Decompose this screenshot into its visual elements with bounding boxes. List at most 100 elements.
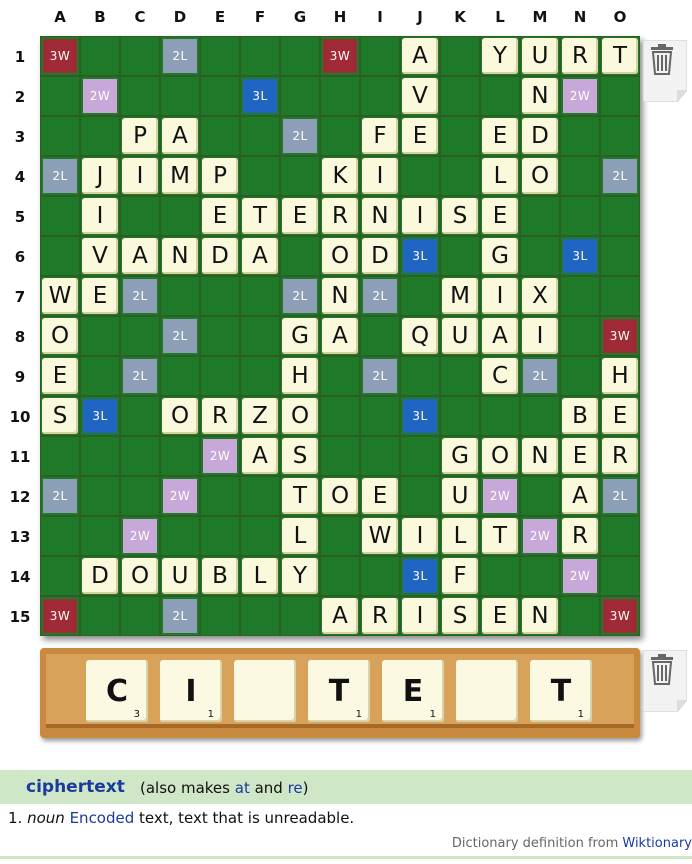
board-cell-N9[interactable]: [560, 356, 600, 396]
board-cell-B1[interactable]: [80, 36, 120, 76]
board-cell-H5[interactable]: R: [320, 196, 360, 236]
board-cell-I5[interactable]: N: [360, 196, 400, 236]
board-cell-N6[interactable]: 3L: [560, 236, 600, 276]
board-cell-E10[interactable]: R: [200, 396, 240, 436]
board-cell-B13[interactable]: [80, 516, 120, 556]
board-cell-A4[interactable]: 2L: [40, 156, 80, 196]
board-cell-J2[interactable]: V: [400, 76, 440, 116]
board-cell-O6[interactable]: [600, 236, 640, 276]
board-cell-F6[interactable]: A: [240, 236, 280, 276]
board-cell-L8[interactable]: A: [480, 316, 520, 356]
board-cell-B5[interactable]: I: [80, 196, 120, 236]
board-cell-O5[interactable]: [600, 196, 640, 236]
board-cell-B11[interactable]: [80, 436, 120, 476]
board-cell-I15[interactable]: R: [360, 596, 400, 636]
board-cell-I9[interactable]: 2L: [360, 356, 400, 396]
board-cell-N2[interactable]: 2W: [560, 76, 600, 116]
board-cell-E2[interactable]: [200, 76, 240, 116]
board-cell-C5[interactable]: [120, 196, 160, 236]
board-cell-J9[interactable]: [400, 356, 440, 396]
board-cell-N15[interactable]: [560, 596, 600, 636]
board-cell-D3[interactable]: A: [160, 116, 200, 156]
board-cell-O15[interactable]: 3W: [600, 596, 640, 636]
board-cell-B12[interactable]: [80, 476, 120, 516]
board-cell-L7[interactable]: I: [480, 276, 520, 316]
rack-trash-icon[interactable]: [642, 649, 688, 713]
board-cell-I11[interactable]: [360, 436, 400, 476]
rack-tile[interactable]: C3: [86, 660, 148, 722]
board-cell-C10[interactable]: [120, 396, 160, 436]
board-cell-J7[interactable]: [400, 276, 440, 316]
board-cell-F13[interactable]: [240, 516, 280, 556]
board-cell-M4[interactable]: O: [520, 156, 560, 196]
board-cell-H11[interactable]: [320, 436, 360, 476]
board-cell-A11[interactable]: [40, 436, 80, 476]
board-cell-M12[interactable]: [520, 476, 560, 516]
board-cell-K4[interactable]: [440, 156, 480, 196]
board-cell-M1[interactable]: U: [520, 36, 560, 76]
rack-tile[interactable]: [456, 660, 518, 722]
board-cell-F14[interactable]: L: [240, 556, 280, 596]
board-cell-F5[interactable]: T: [240, 196, 280, 236]
board-cell-F2[interactable]: 3L: [240, 76, 280, 116]
board-cell-I14[interactable]: [360, 556, 400, 596]
board-cell-A5[interactable]: [40, 196, 80, 236]
board-cell-H10[interactable]: [320, 396, 360, 436]
board-cell-M10[interactable]: [520, 396, 560, 436]
board-cell-C1[interactable]: [120, 36, 160, 76]
board-cell-E9[interactable]: [200, 356, 240, 396]
board-cell-M6[interactable]: [520, 236, 560, 276]
board-cell-K9[interactable]: [440, 356, 480, 396]
board-cell-H8[interactable]: A: [320, 316, 360, 356]
board-cell-F8[interactable]: [240, 316, 280, 356]
board-cell-O13[interactable]: [600, 516, 640, 556]
board-cell-C4[interactable]: I: [120, 156, 160, 196]
board-cell-C3[interactable]: P: [120, 116, 160, 156]
board-cell-D8[interactable]: 2L: [160, 316, 200, 356]
board-cell-C9[interactable]: 2L: [120, 356, 160, 396]
board-cell-I12[interactable]: E: [360, 476, 400, 516]
board-cell-A6[interactable]: [40, 236, 80, 276]
board-cell-C14[interactable]: O: [120, 556, 160, 596]
board-cell-F1[interactable]: [240, 36, 280, 76]
board-cell-J4[interactable]: [400, 156, 440, 196]
board-cell-B4[interactable]: J: [80, 156, 120, 196]
board-cell-J10[interactable]: 3L: [400, 396, 440, 436]
rack-tile[interactable]: I1: [160, 660, 222, 722]
board-cell-E5[interactable]: E: [200, 196, 240, 236]
board-cell-B14[interactable]: D: [80, 556, 120, 596]
board-cell-K8[interactable]: U: [440, 316, 480, 356]
board-cell-B15[interactable]: [80, 596, 120, 636]
board-cell-M3[interactable]: D: [520, 116, 560, 156]
rack-tile[interactable]: E1: [382, 660, 444, 722]
board-cell-H4[interactable]: K: [320, 156, 360, 196]
board-cell-O14[interactable]: [600, 556, 640, 596]
board-cell-F10[interactable]: Z: [240, 396, 280, 436]
board-cell-B6[interactable]: V: [80, 236, 120, 276]
board-cell-A7[interactable]: W: [40, 276, 80, 316]
also-word-re[interactable]: re: [288, 779, 303, 797]
board-cell-G12[interactable]: T: [280, 476, 320, 516]
board-cell-N7[interactable]: [560, 276, 600, 316]
board-cell-O7[interactable]: [600, 276, 640, 316]
board-cell-N12[interactable]: A: [560, 476, 600, 516]
board-cell-L6[interactable]: G: [480, 236, 520, 276]
board-cell-C7[interactable]: 2L: [120, 276, 160, 316]
board-cell-E15[interactable]: [200, 596, 240, 636]
board-cell-D5[interactable]: [160, 196, 200, 236]
board-cell-C12[interactable]: [120, 476, 160, 516]
board-cell-D12[interactable]: 2W: [160, 476, 200, 516]
board-cell-M15[interactable]: N: [520, 596, 560, 636]
board-cell-K7[interactable]: M: [440, 276, 480, 316]
board-cell-G13[interactable]: L: [280, 516, 320, 556]
board-cell-N5[interactable]: [560, 196, 600, 236]
board-cell-G9[interactable]: H: [280, 356, 320, 396]
board-cell-A1[interactable]: 3W: [40, 36, 80, 76]
board-cell-A9[interactable]: E: [40, 356, 80, 396]
board-cell-O10[interactable]: E: [600, 396, 640, 436]
board-cell-J13[interactable]: I: [400, 516, 440, 556]
board-cell-G7[interactable]: 2L: [280, 276, 320, 316]
board-cell-H9[interactable]: [320, 356, 360, 396]
board-cell-J14[interactable]: 3L: [400, 556, 440, 596]
board-cell-O2[interactable]: [600, 76, 640, 116]
